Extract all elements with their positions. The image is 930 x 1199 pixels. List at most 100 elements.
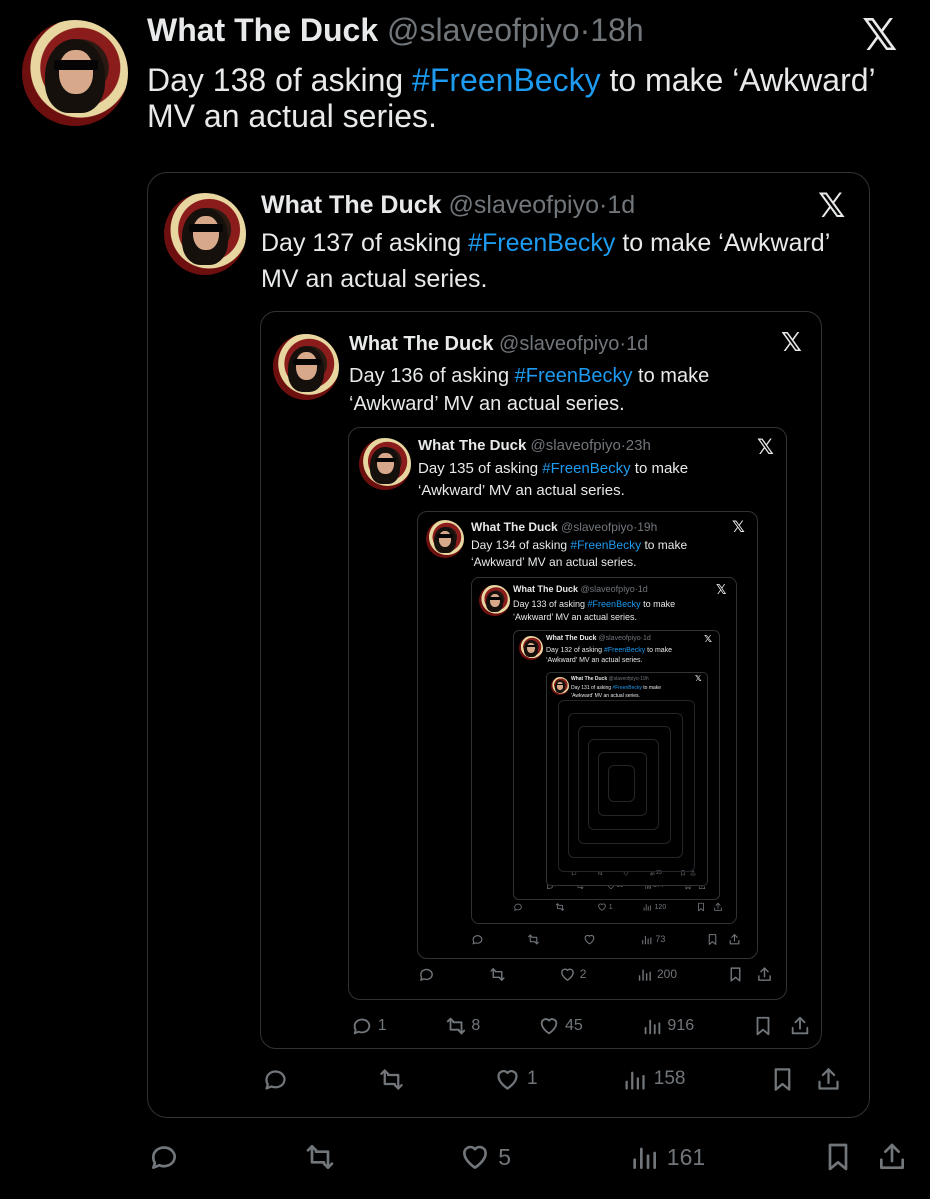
reply-button[interactable]	[148, 1141, 187, 1173]
repost-button[interactable]	[489, 966, 510, 983]
hashtag-link[interactable]: #FreenBecky	[542, 460, 630, 477]
repost-button[interactable]	[378, 1066, 411, 1093]
like-count: 5	[498, 1143, 512, 1170]
share-icon[interactable]	[728, 933, 741, 946]
x-logo-icon[interactable]: 𝕏	[862, 14, 897, 58]
avatar[interactable]	[519, 636, 543, 660]
hashtag-link[interactable]: #FreenBecky	[588, 599, 641, 609]
share-icon[interactable]	[876, 1141, 908, 1173]
bookmark-icon[interactable]	[696, 902, 706, 912]
repost-button[interactable]: 8	[445, 1015, 481, 1037]
views-icon	[642, 902, 652, 912]
views-button[interactable]: 200	[636, 966, 677, 983]
display-name[interactable]: What The Duck	[147, 12, 378, 48]
avatar[interactable]	[273, 334, 339, 400]
views-button[interactable]: 916	[641, 1015, 694, 1037]
handle[interactable]: @slaveofpiyo	[387, 12, 580, 48]
timestamp[interactable]: 23h	[626, 437, 651, 454]
tweet-text: Day 134 of asking #FreenBecky to make ‘A…	[471, 537, 719, 571]
timestamp[interactable]: 1d	[626, 333, 648, 355]
reply-button[interactable]	[262, 1066, 295, 1093]
share-icon[interactable]	[713, 902, 723, 912]
display-name[interactable]: What The Duck	[546, 635, 597, 642]
display-name[interactable]: What The Duck	[349, 333, 493, 355]
reply-button[interactable]	[471, 933, 487, 946]
hashtag-link[interactable]: #FreenBecky	[612, 685, 641, 691]
avatar[interactable]	[479, 585, 510, 616]
views-button[interactable]: 161	[628, 1141, 705, 1173]
reply-icon	[351, 1015, 373, 1037]
reply-button[interactable]	[418, 966, 439, 983]
view-count: 73	[655, 934, 666, 944]
display-name[interactable]: What The Duck	[418, 437, 526, 454]
views-icon	[621, 1066, 648, 1093]
like-button[interactable]	[583, 933, 599, 946]
share-icon[interactable]	[756, 966, 773, 983]
like-button[interactable]: 1	[494, 1066, 538, 1093]
hashtag-link[interactable]: #FreenBecky	[468, 229, 615, 257]
avatar[interactable]	[164, 193, 246, 275]
action-bar: 5 161	[148, 1140, 908, 1174]
x-logo-icon[interactable]: 𝕏	[704, 635, 712, 645]
repost-icon	[378, 1066, 405, 1093]
display-name[interactable]: What The Duck	[261, 191, 442, 219]
x-logo-icon[interactable]: 𝕏	[781, 330, 802, 356]
repost-button[interactable]	[555, 902, 567, 912]
bookmark-icon[interactable]	[706, 933, 719, 946]
handle[interactable]: @slaveofpiyo	[561, 520, 633, 534]
views-button[interactable]: 158	[621, 1066, 685, 1093]
display-name[interactable]: What The Duck	[471, 520, 558, 534]
timestamp[interactable]: 1d	[607, 191, 635, 219]
x-logo-icon[interactable]: 𝕏	[732, 519, 745, 535]
display-name[interactable]: What The Duck	[513, 584, 578, 594]
hashtag-link[interactable]: #FreenBecky	[604, 647, 645, 654]
avatar[interactable]	[22, 20, 128, 126]
like-button[interactable]: 45	[538, 1015, 583, 1037]
reply-button[interactable]	[513, 902, 525, 912]
timestamp[interactable]: 1d	[643, 635, 651, 642]
views-button[interactable]: 120	[642, 902, 666, 912]
reply-button[interactable]: 1	[351, 1015, 387, 1037]
handle[interactable]: @slaveofpiyo	[499, 333, 619, 355]
views-button[interactable]: 73	[640, 933, 666, 946]
avatar[interactable]	[426, 520, 464, 558]
repost-button[interactable]	[527, 933, 543, 946]
bookmark-share-group	[752, 1015, 811, 1037]
timestamp[interactable]: 1d	[638, 584, 648, 594]
display-name[interactable]: What The Duck	[571, 676, 607, 682]
like-button[interactable]: 1	[597, 902, 613, 912]
tweet-text: Day 138 of asking #FreenBecky to make ‘A…	[147, 62, 890, 134]
hashtag-link[interactable]: #FreenBecky	[570, 538, 641, 552]
bookmark-icon[interactable]	[822, 1141, 854, 1173]
timestamp[interactable]: 18h	[590, 12, 643, 48]
repost-count: 8	[471, 1017, 481, 1034]
x-logo-icon[interactable]: 𝕏	[818, 189, 845, 223]
share-icon[interactable]	[815, 1066, 842, 1093]
like-button[interactable]: 2	[559, 966, 586, 983]
bookmark-icon[interactable]	[752, 1015, 774, 1037]
x-logo-icon[interactable]: 𝕏	[695, 675, 701, 683]
avatar[interactable]	[359, 438, 411, 490]
heart-icon	[559, 966, 576, 983]
repost-button[interactable]	[304, 1141, 343, 1173]
hashtag-link[interactable]: #FreenBecky	[412, 62, 601, 98]
handle[interactable]: @slaveofpiyo	[609, 676, 639, 682]
handle[interactable]: @slaveofpiyo	[531, 437, 621, 454]
tweet-text-start: Day 132 of asking	[546, 647, 604, 654]
x-logo-icon[interactable]: 𝕏	[716, 584, 726, 597]
bookmark-icon[interactable]	[769, 1066, 796, 1093]
handle[interactable]: @slaveofpiyo	[599, 635, 641, 642]
timestamp[interactable]: 19h	[637, 520, 657, 534]
hashtag-link[interactable]: #FreenBecky	[515, 365, 633, 387]
share-icon[interactable]	[789, 1015, 811, 1037]
avatar[interactable]	[551, 677, 569, 695]
handle[interactable]: @slaveofpiyo	[449, 191, 599, 219]
x-logo-icon[interactable]: 𝕏	[757, 437, 774, 458]
action-bar: 1 158	[262, 1065, 842, 1093]
timestamp[interactable]: 19h	[640, 676, 648, 682]
view-count: 120	[654, 903, 667, 911]
handle[interactable]: @slaveofpiyo	[581, 584, 635, 594]
bookmark-icon[interactable]	[727, 966, 744, 983]
repost-icon	[527, 933, 540, 946]
like-button[interactable]: 5	[459, 1141, 511, 1173]
